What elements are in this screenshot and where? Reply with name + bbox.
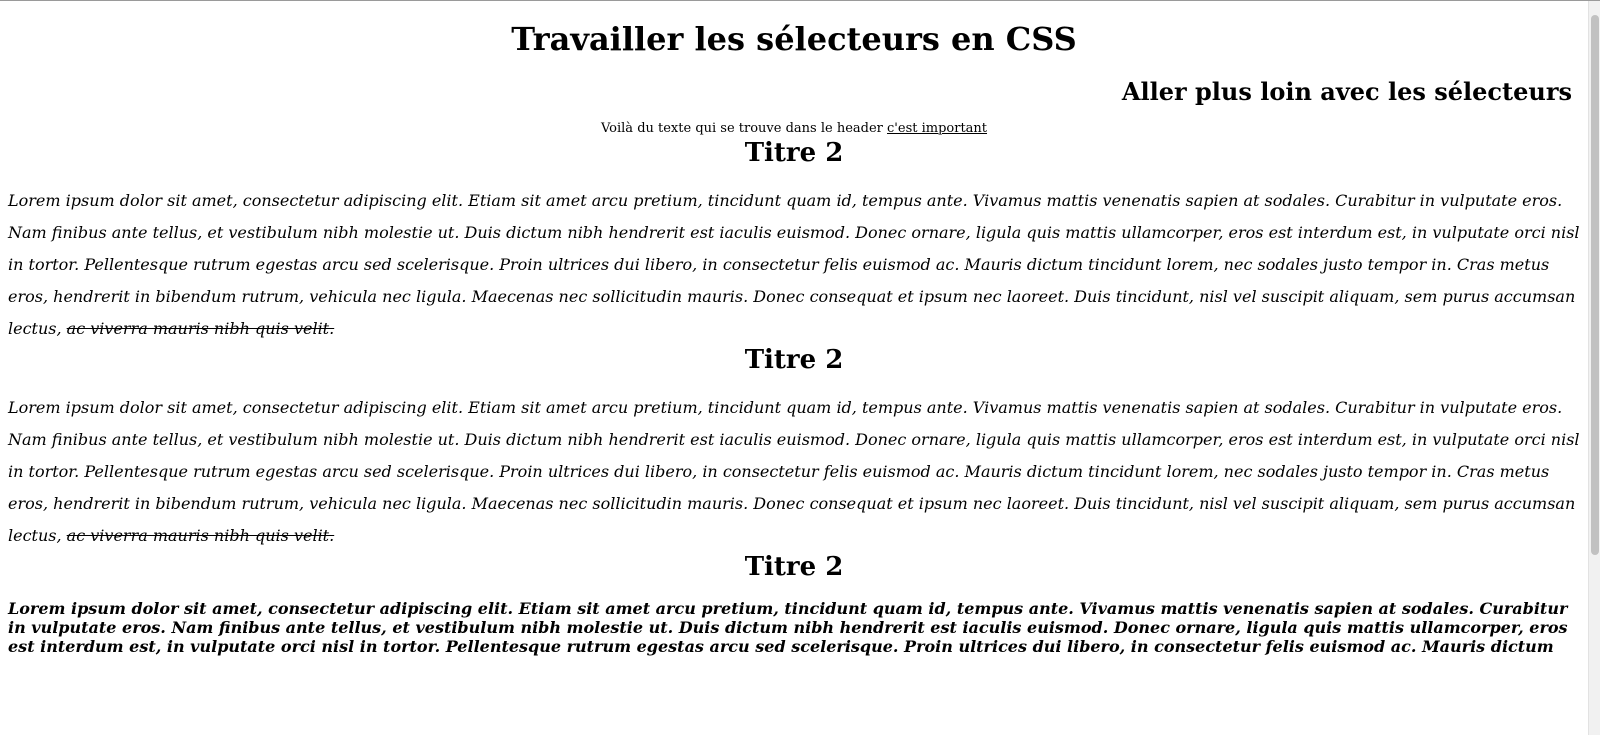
important-text: c'est important [887,120,988,136]
section-paragraph: Lorem ipsum dolor sit amet, consectetur … [8,392,1580,552]
section-title: Titre 2 [744,552,844,583]
page-content: Travailler les sélecteurs en CSS Aller p… [0,1,1588,656]
section-title: Titre 2 [744,137,844,168]
strikethrough-text: ac viverra mauris nibh quis velit. [66,318,335,338]
page-title: Travailler les sélecteurs en CSS [511,20,1077,58]
section-paragraph: Lorem ipsum dolor sit amet, consectetur … [8,185,1580,345]
section-1: Titre 2 Lorem ipsum dolor sit amet, cons… [8,138,1580,345]
page-subtitle: Aller plus loin avec les sélecteurs [1121,77,1572,106]
header-text: Voilà du texte qui se trouve dans le hea… [8,121,1580,138]
scrollbar-thumb[interactable] [1591,15,1599,555]
section-paragraph-bold: Lorem ipsum dolor sit amet, consectetur … [8,599,1568,657]
header-text-label: Voilà du texte qui se trouve dans le hea… [600,120,888,136]
section-3: Titre 2 Lorem ipsum dolor sit amet, cons… [8,552,1580,656]
browser-viewport: Travailler les sélecteurs en CSS Aller p… [0,0,1600,735]
paragraph-text: Lorem ipsum dolor sit amet, consectetur … [8,190,1580,338]
paragraph-text: Lorem ipsum dolor sit amet, consectetur … [8,398,1580,546]
vertical-scrollbar[interactable] [1588,1,1600,735]
strikethrough-text: ac viverra mauris nibh quis velit. [66,526,335,546]
section-2: Titre 2 Lorem ipsum dolor sit amet, cons… [8,345,1580,552]
section-title: Titre 2 [744,344,844,375]
